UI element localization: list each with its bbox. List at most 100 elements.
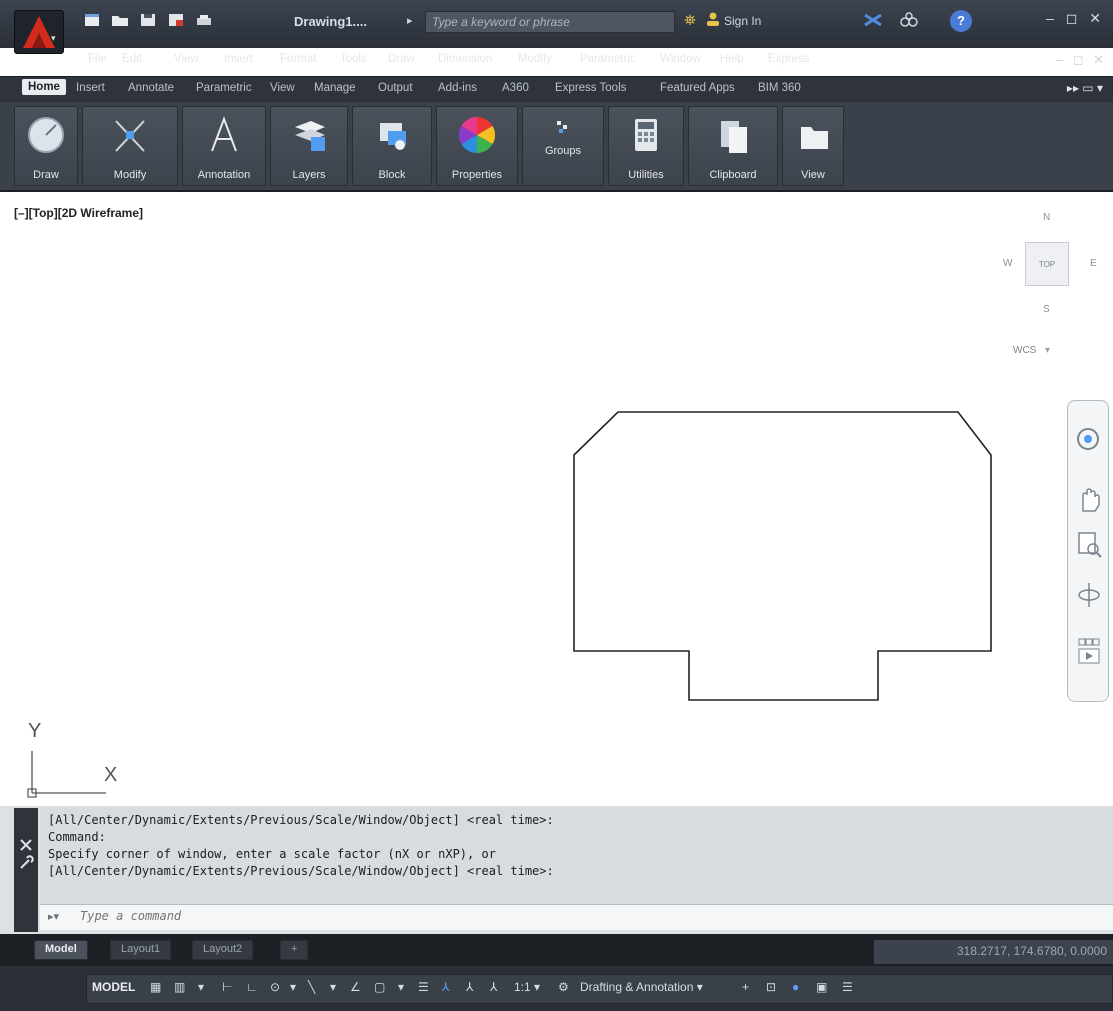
object-snap-tracking-icon[interactable]: ▾	[330, 980, 336, 994]
tab-featured-apps[interactable]: Featured Apps	[660, 82, 735, 94]
menu-insert[interactable]: Insert	[224, 53, 253, 65]
save-as-icon[interactable]	[166, 12, 188, 30]
menu-file[interactable]: File	[88, 53, 107, 65]
tab-view[interactable]: View	[270, 82, 295, 94]
annotation-plus-icon[interactable]: +	[742, 980, 749, 994]
auto-scale-icon[interactable]: ⅄	[466, 980, 473, 994]
tab-add-ins[interactable]: Add-ins	[438, 82, 477, 94]
ribbon-tab-bar: Home Insert Annotate Parametric View Man…	[0, 76, 1113, 102]
menu-bar: File Edit View Insert Format Tools Draw …	[70, 50, 1113, 72]
tab-insert[interactable]: Insert	[76, 82, 105, 94]
add-layout-button[interactable]: +	[280, 940, 309, 960]
menu-window[interactable]: Window	[660, 53, 701, 65]
ucs-y-label: Y	[28, 720, 42, 742]
application-menu-button[interactable]: ▾	[14, 10, 64, 54]
command-prompt-icon[interactable]: ▸▾	[48, 910, 59, 923]
search-input[interactable]: Type a keyword or phrase	[425, 11, 675, 33]
command-history: [All/Center/Dynamic/Extents/Previous/Sca…	[40, 808, 1113, 904]
new-file-icon[interactable]	[82, 12, 104, 30]
menu-parametric[interactable]: Parametric	[580, 53, 636, 65]
customization-menu-icon[interactable]: ☰	[842, 980, 853, 994]
menu-help[interactable]: Help	[720, 53, 744, 65]
menu-modify[interactable]: Modify	[518, 53, 552, 65]
a360-icon[interactable]	[898, 12, 920, 31]
zoom-extents-icon[interactable]	[1075, 529, 1103, 561]
annotation-visibility-icon[interactable]: ⅄	[442, 980, 449, 994]
close-icon[interactable]	[14, 808, 38, 932]
panel-clipboard[interactable]: Clipboard	[688, 106, 778, 186]
command-input[interactable]	[80, 909, 1080, 923]
tab-home[interactable]: Home	[22, 79, 66, 95]
tab-output[interactable]: Output	[378, 82, 413, 94]
tab-annotate[interactable]: Annotate	[128, 82, 174, 94]
object-snap-icon[interactable]: ∠	[350, 980, 361, 994]
panel-properties[interactable]: Properties	[436, 106, 518, 186]
annotation-scale-dropdown[interactable]: 1:1 ▾	[514, 980, 540, 994]
workspace-switcher[interactable]: Drafting & Annotation ▾	[580, 980, 703, 994]
binoculars-icon[interactable]: ⛯	[684, 12, 696, 29]
document-arrow-icon[interactable]: ▸	[407, 14, 413, 27]
document-window-controls[interactable]: – ◻ ✕	[1056, 52, 1107, 68]
layers-icon	[295, 121, 325, 151]
orbit-icon[interactable]	[1075, 579, 1103, 611]
tab-layout1[interactable]: Layout1	[110, 940, 172, 960]
save-icon[interactable]	[138, 12, 160, 30]
ribbon-options-icon[interactable]: ▸▸ ▭ ▾	[1067, 81, 1103, 95]
showmotion-icon[interactable]	[1075, 635, 1103, 675]
panel-annotation[interactable]: Annotation	[182, 106, 266, 186]
menu-format[interactable]: Format	[280, 53, 316, 65]
tab-parametric[interactable]: Parametric	[196, 82, 252, 94]
menu-view[interactable]: View	[174, 53, 199, 65]
exchange-icon[interactable]	[862, 12, 884, 31]
ortho-mode-icon[interactable]: ∟	[246, 980, 258, 994]
open-file-icon[interactable]	[110, 12, 132, 30]
command-window-grip[interactable]	[14, 808, 38, 932]
panel-utilities[interactable]: Utilities	[608, 106, 684, 186]
sign-in-link[interactable]: Sign In	[724, 14, 761, 28]
model-space-button[interactable]: MODEL	[92, 980, 135, 994]
annotation-scale-icon[interactable]: ⅄	[490, 980, 497, 994]
window-controls[interactable]: – ◻ ✕	[1046, 10, 1105, 27]
tab-model[interactable]: Model	[34, 940, 88, 960]
infer-constraints-icon[interactable]: ⊢	[222, 980, 232, 994]
clean-screen-icon[interactable]: ▣	[816, 980, 827, 994]
annotation-dropdown-icon[interactable]: ▾	[398, 980, 404, 994]
menu-draw[interactable]: Draw	[388, 53, 415, 65]
menu-express[interactable]: Express	[768, 53, 810, 65]
tab-manage[interactable]: Manage	[314, 82, 356, 94]
coordinates-readout[interactable]: 318.2717, 174.6780, 0.0000	[874, 940, 1113, 964]
panel-view[interactable]: View	[782, 106, 844, 186]
panel-layers[interactable]: Layers	[270, 106, 348, 186]
hardware-acceleration-icon[interactable]: ●	[792, 980, 799, 994]
document-title: Drawing1....	[294, 14, 367, 29]
menu-edit[interactable]: Edit	[122, 53, 142, 65]
print-icon[interactable]	[194, 12, 216, 30]
tab-layout2[interactable]: Layout2	[192, 940, 254, 960]
snap-mode-icon[interactable]: ▥	[174, 980, 185, 994]
menu-dimension[interactable]: Dimension	[438, 53, 492, 65]
lineweight-icon[interactable]: ☰	[418, 980, 429, 994]
pan-hand-icon[interactable]	[1075, 483, 1103, 515]
isometric-drafting-icon[interactable]: ╲	[308, 980, 315, 994]
workspace-gear-icon[interactable]: ⚙	[558, 980, 569, 994]
panel-groups[interactable]: Groups	[522, 106, 604, 186]
polar-dropdown-icon[interactable]: ▾	[290, 980, 296, 994]
panel-modify[interactable]: Modify	[82, 106, 178, 186]
grid-icon[interactable]: ▦	[150, 980, 161, 994]
command-history-line: [All/Center/Dynamic/Extents/Previous/Sca…	[48, 864, 554, 878]
viewcube-east[interactable]: E	[1090, 258, 1097, 269]
drawn-polyline[interactable]	[573, 411, 992, 701]
snap-dropdown-icon[interactable]: ▾	[198, 980, 204, 994]
tab-bim-360[interactable]: BIM 360	[758, 82, 801, 94]
menu-tools[interactable]: Tools	[340, 53, 367, 65]
user-icon[interactable]	[706, 11, 720, 32]
polar-tracking-icon[interactable]: ⊙	[270, 980, 280, 994]
isolate-objects-icon[interactable]: ⊡	[766, 980, 776, 994]
tab-express-tools[interactable]: Express Tools	[555, 82, 626, 94]
panel-draw[interactable]: Draw	[14, 106, 78, 186]
steering-wheel-icon[interactable]	[1075, 425, 1103, 457]
panel-block[interactable]: Block	[352, 106, 432, 186]
help-button[interactable]: ?	[950, 10, 972, 32]
annotation-monitor-icon[interactable]: ▢	[374, 980, 385, 994]
tab-a360[interactable]: A360	[502, 82, 529, 94]
